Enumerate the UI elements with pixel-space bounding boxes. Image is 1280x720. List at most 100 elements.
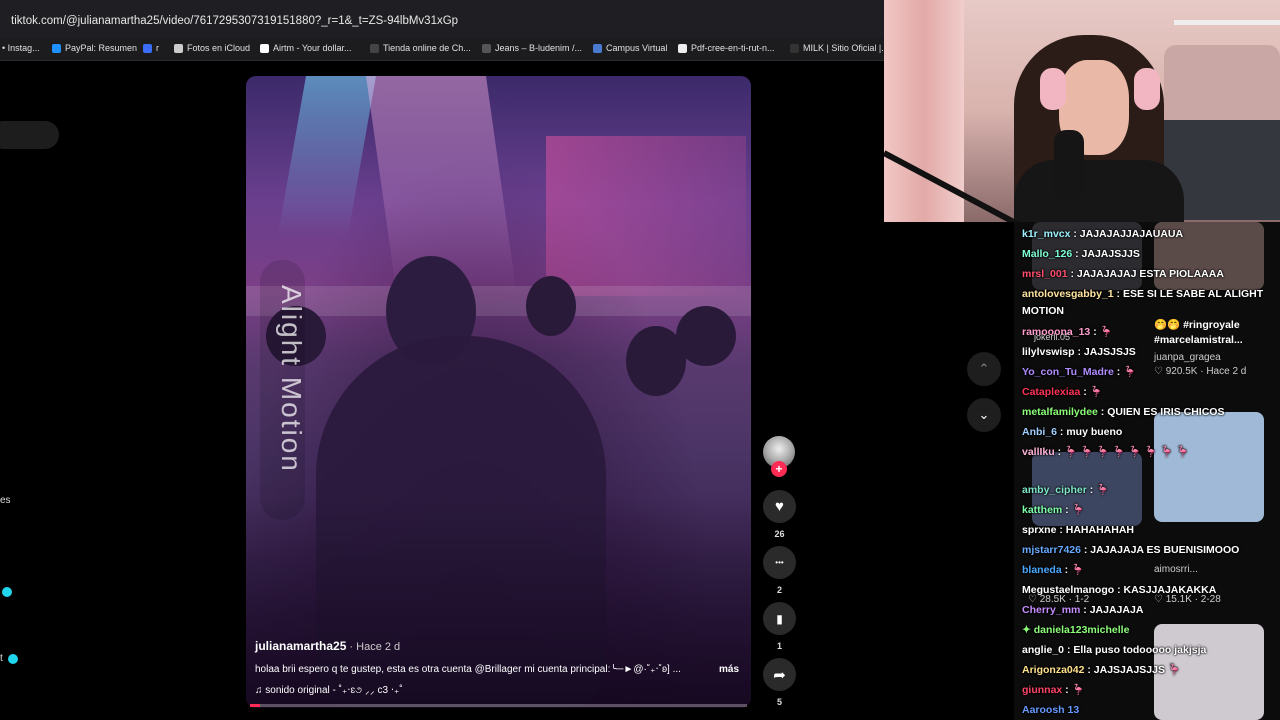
bookmark-item[interactable]: MILK | Sitio Oficial |...: [790, 43, 889, 53]
chat-username[interactable]: Anbi_6: [1022, 426, 1057, 438]
chat-username[interactable]: katthem: [1022, 504, 1062, 516]
chat-username[interactable]: k1r_mvcx: [1022, 228, 1070, 240]
video-player[interactable]: [246, 76, 751, 708]
chat-username[interactable]: mrsl_001: [1022, 268, 1068, 280]
chat-message: Aaroosh 13: [1022, 702, 1274, 719]
chat-username[interactable]: anglie_0: [1022, 644, 1064, 656]
search-input[interactable]: [0, 121, 59, 149]
chat-text: : 🦩 🦩 🦩 🦩 🦩 🦩 🦩 🦩: [1054, 446, 1190, 458]
bookmark-icon: [678, 43, 687, 53]
follow-button[interactable]: +: [771, 461, 787, 477]
bookmark-item[interactable]: r: [143, 43, 159, 53]
chat-username[interactable]: metalfamilydee: [1022, 406, 1098, 418]
video-author[interactable]: julianamartha25 · Hace 2 d: [255, 639, 400, 653]
chat-username[interactable]: antolovesgabby_1: [1022, 288, 1114, 300]
heart-icon: ♥: [775, 498, 784, 515]
chat-message: lilylvswisp : JAJSJSJS: [1022, 344, 1274, 361]
bookmark-label: Airtm - Your dollar...: [273, 43, 352, 53]
chat-username[interactable]: ✦ daniela123michelle: [1022, 624, 1129, 636]
ghost-text: jokerli.05: [1034, 332, 1071, 342]
chat-message: sprxne : HAHAHAHAH: [1022, 522, 1274, 539]
chat-username[interactable]: Arigonza042: [1022, 664, 1084, 676]
bookmark-label: Fotos en iCloud: [187, 43, 251, 53]
bookmark-icon: [370, 43, 379, 53]
chat-username[interactable]: sprxne: [1022, 524, 1056, 536]
chat-text: : 🦩: [1080, 386, 1103, 398]
chat-text: : JAJAJAJA ES BUENISIMOOO: [1080, 544, 1240, 556]
bookmark-item[interactable]: Airtm - Your dollar...: [260, 43, 352, 53]
crowd-silhouette: [526, 276, 576, 336]
chat-username[interactable]: amby_cipher: [1022, 484, 1087, 496]
chat-username[interactable]: mjstarr7426: [1022, 544, 1081, 556]
previous-video-button[interactable]: ⌃: [967, 352, 1001, 386]
sidebar-fragment: t: [0, 653, 3, 664]
chat-username[interactable]: lilylvswisp: [1022, 346, 1075, 358]
chat-username[interactable]: Mallo_126: [1022, 248, 1072, 260]
address-bar[interactable]: tiktok.com/@julianamartha25/video/761729…: [0, 0, 884, 42]
chat-message: anglie_0 : Ella puso todooooo jakjsja: [1022, 642, 1274, 659]
chat-text: : JAJSJSJS: [1074, 346, 1136, 358]
chat-text: : 🦩: [1062, 504, 1085, 516]
bookmark-icon: [52, 43, 61, 53]
chat-message: mrsl_001 : JAJAJAJAJ ESTA PIOLAAAA: [1022, 266, 1274, 283]
chat-message: antolovesgabby_1 : ESE SI LE SABE AL ALI…: [1022, 286, 1274, 320]
light-beam: [277, 76, 376, 236]
sound-link[interactable]: ♫ sonido original - ˚₊‧ɛ૭ ⸝⸝ ϲ3 ‧₊˚: [255, 685, 403, 696]
chat-username[interactable]: Aaroosh 13: [1022, 704, 1079, 716]
comment-button[interactable]: •••: [763, 546, 796, 579]
chat-username[interactable]: blaneda: [1022, 564, 1062, 576]
author-name[interactable]: julianamartha25: [255, 639, 346, 653]
video-progress-bar[interactable]: [250, 704, 747, 707]
chat-text: : JAJAJAJJAJAUAUA: [1070, 228, 1184, 240]
chat-message: Arigonza042 : JAJSJAJSJJS 🦩: [1022, 662, 1274, 679]
chat-message: katthem : 🦩: [1022, 502, 1274, 519]
chat-message: Mallo_126 : JAJAJSJJS: [1022, 246, 1274, 263]
chat-message: ✦ daniela123michelle: [1022, 622, 1274, 639]
bookmark-label: PayPal: Resumen: [65, 43, 138, 53]
comment-icon: •••: [775, 558, 784, 567]
chat-text: : 🦩: [1090, 326, 1113, 338]
headphone-left: [1040, 68, 1066, 110]
bookmark-item[interactable]: PayPal: Resumen: [52, 43, 137, 53]
save-button[interactable]: ▮: [763, 602, 796, 635]
like-count: 26: [774, 529, 785, 539]
more-button[interactable]: más: [719, 664, 739, 675]
chevron-down-icon: ⌄: [978, 407, 990, 422]
chat-username[interactable]: Cherry_mm: [1022, 604, 1080, 616]
chat-message: amby_cipher : 🦩: [1022, 482, 1274, 499]
shelf: [1174, 20, 1280, 25]
chat-text: : 🦩: [1086, 484, 1110, 496]
bottom-gradient: [246, 496, 751, 708]
chat-username[interactable]: Cataplexiaa: [1022, 386, 1080, 398]
bookmark-label: • Instag...: [2, 43, 40, 53]
chat-message: Anbi_6 : muy bueno: [1022, 424, 1274, 441]
url-text[interactable]: tiktok.com/@julianamartha25/video/761729…: [11, 15, 458, 27]
bookmark-item[interactable]: Jeans – B-ludenim /...: [482, 43, 582, 53]
chat-text: : JAJAJSJJS: [1072, 248, 1140, 260]
chat-message: mjstarr7426 : JAJAJAJA ES BUENISIMOOO: [1022, 542, 1274, 559]
ghost-text: juanpa_gragea: [1154, 352, 1221, 363]
chat-text: : HAHAHAHAH: [1056, 524, 1135, 536]
ghost-text: ♡ 28.5K · 1-2: [1028, 594, 1090, 605]
like-button[interactable]: ♥: [763, 490, 796, 523]
sidebar-fragment: es: [0, 495, 11, 506]
next-video-button[interactable]: ⌄: [967, 398, 1001, 432]
bookmark-icon: [790, 43, 799, 53]
bookmark-icon: [260, 43, 269, 53]
chat-username[interactable]: giunnax: [1022, 684, 1062, 696]
ghost-text: aimosrri...: [1154, 564, 1198, 575]
bookmark-item[interactable]: Tienda online de Ch...: [370, 43, 471, 53]
bookmark-item[interactable]: • Instag...: [2, 43, 40, 53]
chat-username[interactable]: Yo_con_Tu_Madre: [1022, 366, 1114, 378]
share-button[interactable]: ➦: [763, 658, 796, 691]
ghost-text: #marcelamistral...: [1154, 334, 1243, 346]
bookmark-item[interactable]: Pdf-cree-en-ti-rut-n...: [678, 43, 775, 53]
chat-text: : QUIEN ES IRIS CHICOS: [1097, 406, 1225, 418]
microphone: [1054, 130, 1084, 200]
chat-text: : 🦩: [1061, 564, 1085, 576]
chat-username[interactable]: vallIku: [1022, 446, 1055, 458]
bookmark-item[interactable]: Campus Virtual: [593, 43, 667, 53]
chat-text: : Ella puso todooooo jakjsja: [1064, 644, 1207, 656]
bookmark-item[interactable]: Fotos en iCloud: [174, 43, 250, 53]
progress-fill: [250, 704, 260, 707]
